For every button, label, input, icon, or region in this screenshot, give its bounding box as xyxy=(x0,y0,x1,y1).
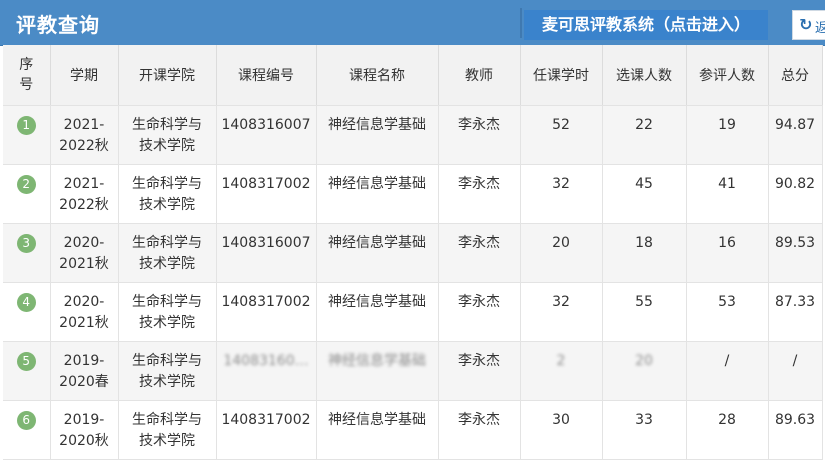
evaluation-query-page: 评教查询 麦可思评教系统（点击进入） ↻ 返回 序号 学期 开课学院 课程编 xyxy=(0,0,825,468)
evaluation-table: 序号 学期 开课学院 课程编号 课程名称 教师 任课学时 选课人数 参评人数 总… xyxy=(3,45,823,460)
college-cell: 生命科学与技术学院 xyxy=(118,105,217,165)
header-divider xyxy=(520,8,522,38)
column-header-college[interactable]: 开课学院 xyxy=(118,45,217,106)
enrolled-cell: 18 xyxy=(602,223,687,283)
column-header-course-no[interactable]: 课程编号 xyxy=(216,45,317,106)
teacher-cell: 李永杰 xyxy=(438,282,521,342)
refresh-button[interactable]: ↻ 返回 xyxy=(792,10,825,40)
score-cell: 89.63 xyxy=(768,400,823,460)
college-cell: 生命科学与技术学院 xyxy=(118,164,217,224)
row-index-badge: 4 xyxy=(16,293,36,312)
score-cell: 89.53 xyxy=(768,223,823,283)
row-index-badge: 5 xyxy=(16,352,36,371)
college-cell: 生命科学与技术学院 xyxy=(118,223,217,283)
term-cell: 2020-2021秋 xyxy=(50,223,119,283)
rated-cell: 53 xyxy=(686,282,769,342)
teacher-cell: 李永杰 xyxy=(438,400,521,460)
hours-cell: 32 xyxy=(520,164,603,224)
college-cell: 生命科学与技术学院 xyxy=(118,282,217,342)
column-header-teacher[interactable]: 教师 xyxy=(438,45,521,106)
row-index-cell: 5 xyxy=(3,341,51,401)
course-no-cell: 1408317002 xyxy=(216,282,317,342)
rated-cell: / xyxy=(686,341,769,401)
score-cell: / xyxy=(768,341,823,401)
course-no-cell: 1408317002 xyxy=(216,400,317,460)
column-header-rated[interactable]: 参评人数 xyxy=(686,45,769,106)
table-row[interactable]: 2 2021-2022秋 生命科学与技术学院 1408317002 神经信息学基… xyxy=(3,164,823,224)
column-header-index[interactable]: 序号 xyxy=(3,45,51,106)
column-header-hours[interactable]: 任课学时 xyxy=(520,45,603,106)
course-name-cell: 神经信息学基础 xyxy=(316,341,439,401)
table-row[interactable]: 1 2021-2022秋 生命科学与技术学院 1408316007 神经信息学基… xyxy=(3,105,823,165)
rated-cell: 16 xyxy=(686,223,769,283)
enrolled-cell: 55 xyxy=(602,282,687,342)
college-cell: 生命科学与技术学院 xyxy=(118,400,217,460)
enrolled-cell: 22 xyxy=(602,105,687,165)
hours-cell: 30 xyxy=(520,400,603,460)
course-name-cell: 神经信息学基础 xyxy=(316,400,439,460)
table-row[interactable]: 4 2020-2021秋 生命科学与技术学院 1408317002 神经信息学基… xyxy=(3,282,823,342)
enrolled-cell: 45 xyxy=(602,164,687,224)
hours-cell: 32 xyxy=(520,282,603,342)
course-no-cell: 1408317002 xyxy=(216,164,317,224)
row-index-badge: 3 xyxy=(16,234,36,253)
column-header-course-name[interactable]: 课程名称 xyxy=(316,45,439,106)
hours-cell: 52 xyxy=(520,105,603,165)
term-cell: 2021-2022秋 xyxy=(50,164,119,224)
term-cell: 2021-2022秋 xyxy=(50,105,119,165)
row-index-cell: 3 xyxy=(3,223,51,283)
table-row[interactable]: 5 2019-2020春 生命科学与技术学院 14083160… 神经信息学基础… xyxy=(3,341,823,401)
term-cell: 2020-2021秋 xyxy=(50,282,119,342)
course-no-cell: 1408316007 xyxy=(216,223,317,283)
table-header-row: 序号 学期 开课学院 课程编号 课程名称 教师 任课学时 选课人数 参评人数 总… xyxy=(3,45,823,106)
enrolled-cell: 33 xyxy=(602,400,687,460)
table-row[interactable]: 6 2019-2020秋 生命科学与技术学院 1408317002 神经信息学基… xyxy=(3,400,823,460)
row-index-badge: 1 xyxy=(16,116,36,135)
term-cell: 2019-2020春 xyxy=(50,341,119,401)
row-index-badge: 6 xyxy=(16,411,36,430)
course-name-cell: 神经信息学基础 xyxy=(316,164,439,224)
course-no-cell: 1408316007 xyxy=(216,105,317,165)
row-index-cell: 2 xyxy=(3,164,51,224)
course-name-cell: 神经信息学基础 xyxy=(316,282,439,342)
column-header-term[interactable]: 学期 xyxy=(50,45,119,106)
table-row[interactable]: 3 2020-2021秋 生命科学与技术学院 1408316007 神经信息学基… xyxy=(3,223,823,283)
college-cell: 生命科学与技术学院 xyxy=(118,341,217,401)
teacher-cell: 李永杰 xyxy=(438,164,521,224)
score-cell: 87.33 xyxy=(768,282,823,342)
header-bar: 评教查询 麦可思评教系统（点击进入） ↻ 返回 xyxy=(0,0,825,46)
column-header-score[interactable]: 总分 xyxy=(768,45,823,106)
row-index-cell: 6 xyxy=(3,400,51,460)
score-cell: 90.82 xyxy=(768,164,823,224)
term-cell: 2019-2020秋 xyxy=(50,400,119,460)
teacher-cell: 李永杰 xyxy=(438,223,521,283)
refresh-button-label: 返回 xyxy=(815,17,825,36)
row-index-cell: 4 xyxy=(3,282,51,342)
mcs-evaluation-system-button[interactable]: 麦可思评教系统（点击进入） xyxy=(524,10,768,40)
teacher-cell: 李永杰 xyxy=(438,105,521,165)
column-header-enrolled[interactable]: 选课人数 xyxy=(602,45,687,106)
row-index-cell: 1 xyxy=(3,105,51,165)
teacher-cell: 李永杰 xyxy=(438,341,521,401)
refresh-icon: ↻ xyxy=(799,15,813,34)
rated-cell: 28 xyxy=(686,400,769,460)
page-title: 评教查询 xyxy=(16,13,100,37)
enrolled-cell: 20 xyxy=(602,341,687,401)
hours-cell: 20 xyxy=(520,223,603,283)
rated-cell: 41 xyxy=(686,164,769,224)
hours-cell: 2 xyxy=(520,341,603,401)
course-name-cell: 神经信息学基础 xyxy=(316,223,439,283)
course-no-cell: 14083160… xyxy=(216,341,317,401)
row-index-badge: 2 xyxy=(16,175,36,194)
course-name-cell: 神经信息学基础 xyxy=(316,105,439,165)
rated-cell: 19 xyxy=(686,105,769,165)
score-cell: 94.87 xyxy=(768,105,823,165)
